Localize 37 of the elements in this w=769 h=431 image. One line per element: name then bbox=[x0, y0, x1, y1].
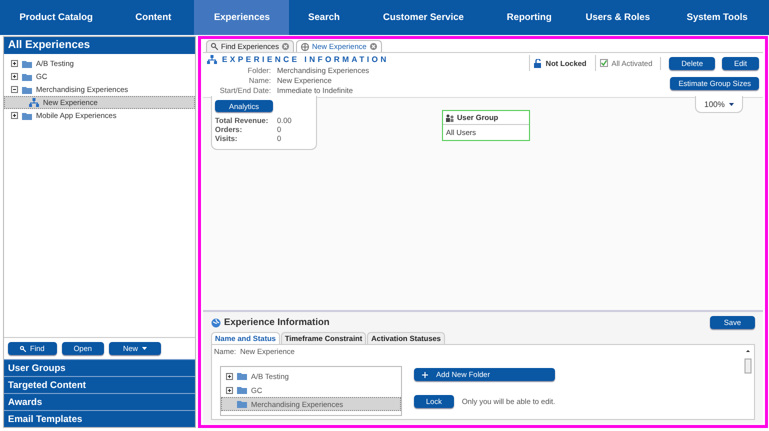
panel-title: All Experiences bbox=[4, 37, 195, 54]
nav-tab[interactable]: Users & Roles bbox=[570, 0, 666, 35]
nav-tab[interactable]: Experiences bbox=[194, 0, 290, 35]
panel-title: Experience Information bbox=[224, 317, 330, 328]
close-icon[interactable] bbox=[370, 43, 377, 50]
lock-icon bbox=[534, 58, 542, 68]
accordion-header[interactable]: Email Templates bbox=[4, 410, 195, 427]
accordion-header[interactable]: User Groups bbox=[4, 359, 195, 376]
nav-tab[interactable]: System Tools bbox=[665, 0, 769, 35]
caret-icon bbox=[728, 102, 734, 106]
nav-tab[interactable]: Search bbox=[289, 0, 359, 35]
hierarchy-icon bbox=[207, 55, 217, 64]
expand-icon[interactable] bbox=[226, 372, 233, 380]
caret-icon bbox=[142, 347, 147, 350]
checkbox-icon bbox=[600, 59, 608, 67]
globe-icon bbox=[211, 318, 221, 328]
nav-tab[interactable]: Reporting bbox=[488, 0, 570, 35]
zoom-dropdown[interactable]: 100% bbox=[695, 96, 743, 113]
section-title: EXPERIENCE INFORMATION bbox=[222, 55, 389, 64]
expand-icon[interactable] bbox=[226, 386, 233, 394]
hierarchy-icon bbox=[29, 98, 39, 107]
nav-tab[interactable]: Customer Service bbox=[358, 0, 488, 35]
expand-icon[interactable] bbox=[11, 73, 18, 80]
nav-tab[interactable]: Content bbox=[112, 0, 194, 35]
expand-icon[interactable] bbox=[11, 112, 18, 119]
expand-icon[interactable] bbox=[11, 60, 18, 67]
users-icon bbox=[446, 114, 454, 122]
accordion-header[interactable]: Targeted Content bbox=[4, 376, 195, 393]
close-icon[interactable] bbox=[282, 43, 289, 50]
search-icon bbox=[20, 346, 26, 352]
collapse-icon[interactable] bbox=[11, 86, 18, 93]
plus-icon bbox=[422, 372, 428, 378]
accordion-header[interactable]: Awards bbox=[4, 393, 195, 410]
nav-tab[interactable]: Product Catalog bbox=[0, 0, 112, 35]
folder-icon bbox=[22, 112, 32, 120]
search-icon bbox=[211, 43, 218, 50]
globe-icon bbox=[300, 42, 309, 50]
